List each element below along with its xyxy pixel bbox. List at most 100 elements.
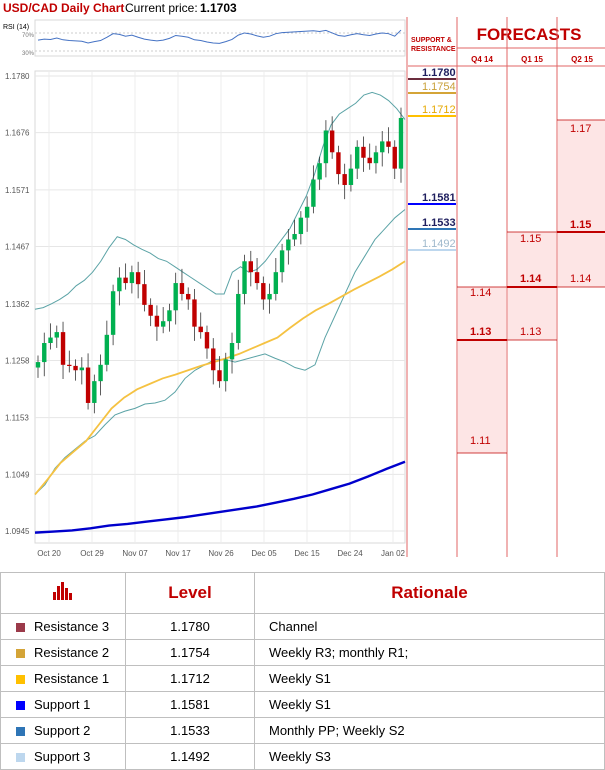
candle-up [98, 364, 103, 382]
y-tick-label: 1.1258 [5, 356, 30, 365]
table-row: Support 1 1.1581 Weekly S1 [0, 691, 605, 718]
level-label: 1.1533 [422, 217, 456, 229]
candle-down [248, 261, 253, 273]
row-name-cell: Resistance 1 [0, 665, 126, 692]
forecast-level-label: 1.13 [520, 326, 541, 338]
candle-up [129, 272, 135, 284]
y-tick-label: 1.0945 [5, 527, 30, 536]
row-name: Support 2 [34, 723, 91, 738]
candle-down [85, 367, 91, 403]
candle-down [135, 272, 141, 285]
candle-down [154, 315, 160, 327]
row-name: Resistance 2 [34, 645, 110, 660]
candle-up [223, 359, 228, 382]
candle-down [336, 152, 341, 175]
row-name-cell: Support 1 [0, 691, 126, 718]
level-label: 1.1780 [422, 67, 456, 79]
candle-up [380, 141, 385, 153]
row-level: 1.1780 [125, 613, 255, 640]
level-swatch [16, 649, 25, 659]
forecast-level-label: 1.14 [570, 273, 591, 285]
x-tick-label: Jan 02 [381, 549, 406, 558]
table-row: Resistance 3 1.1780 Channel [0, 613, 605, 640]
y-tick-label: 1.1049 [5, 470, 30, 479]
candle-down [361, 146, 366, 158]
candle-up [273, 272, 279, 294]
table-row: Support 3 1.1492 Weekly S3 [0, 743, 605, 770]
forecast-range [458, 287, 506, 453]
levels-table: Level Rationale Resistance 3 1.1780 Channe… [0, 572, 605, 770]
row-name: Support 3 [34, 749, 91, 764]
x-tick-label: Nov 26 [208, 549, 234, 558]
candle-up [354, 146, 360, 169]
table-header-row: Level Rationale [0, 572, 605, 614]
candle-down [192, 299, 197, 327]
row-level: 1.1581 [125, 691, 255, 718]
candle-up [242, 261, 247, 294]
candle-down [204, 332, 210, 349]
header-rationale: Rationale [254, 572, 605, 614]
rsi-upper-label: 70% [22, 33, 35, 39]
row-rationale: Weekly R3; monthly R1; [254, 639, 605, 666]
row-rationale: Monthly PP; Weekly S2 [254, 717, 605, 744]
candle-up [54, 332, 59, 338]
candle-down [342, 174, 347, 185]
candle-down [148, 304, 153, 316]
level-swatch [16, 675, 25, 685]
level-label: 1.1492 [422, 238, 456, 250]
candle-up [160, 321, 166, 327]
forecast-level-label: 1.13 [470, 326, 491, 338]
y-tick-label: 1.1362 [5, 300, 30, 309]
candle-up [42, 343, 47, 363]
candle-up [173, 283, 178, 311]
candle-down [123, 277, 128, 284]
forecast-level-label: 1.15 [570, 219, 591, 231]
candle-up [267, 293, 272, 300]
level-swatch [16, 701, 25, 711]
forecast-level-label: 1.14 [470, 287, 491, 299]
x-tick-label: Oct 29 [80, 549, 104, 558]
candle-up [117, 277, 122, 292]
row-name-cell: Resistance 3 [0, 613, 126, 640]
forecast-level-label: 1.17 [570, 123, 591, 135]
candle-up [110, 291, 116, 335]
forecasts-title: FORECASTS [477, 25, 582, 44]
y-tick-label: 1.1676 [5, 129, 30, 138]
row-name-cell: Support 2 [0, 717, 126, 744]
table-row: Resistance 1 1.1712 Weekly S1 [0, 665, 605, 692]
level-label: 1.1754 [422, 81, 456, 93]
y-tick-label: 1.1467 [5, 243, 30, 252]
candle-up [48, 337, 53, 344]
row-level: 1.1754 [125, 639, 255, 666]
row-level: 1.1712 [125, 665, 255, 692]
level-swatch [16, 753, 25, 763]
row-level: 1.1533 [125, 717, 255, 744]
candle-up [35, 362, 41, 368]
candle-up [292, 234, 297, 240]
table-row: Resistance 2 1.1754 Weekly R3; monthly R1; [0, 639, 605, 666]
candle-up [348, 168, 354, 185]
candle-down [217, 370, 222, 382]
row-level: 1.1492 [125, 743, 255, 770]
row-rationale: Weekly S1 [254, 691, 605, 718]
forecast-period-label: Q2 15 [571, 55, 593, 64]
forecast-range [558, 120, 605, 287]
candle-down [198, 326, 203, 333]
row-name-cell: Resistance 2 [0, 639, 126, 666]
rsi-label: RSI (14) [3, 24, 29, 31]
row-rationale: Weekly S3 [254, 743, 605, 770]
level-swatch [16, 727, 25, 737]
row-name: Resistance 1 [34, 671, 110, 686]
forecast-chart: 1.1780 1.1676 1.1571 1.1467 1.1362 1.1258 1.11… [3, 17, 605, 558]
candle-down [392, 146, 397, 169]
forecast-level-label: 1.11 [470, 435, 491, 447]
candle-down [186, 293, 191, 300]
x-tick-label: Dec 24 [337, 549, 363, 558]
candle-up [373, 152, 379, 164]
candle-up [104, 334, 110, 365]
row-name: Resistance 3 [34, 619, 110, 634]
y-tick-label: 1.1780 [5, 72, 30, 81]
candle-down [142, 284, 147, 305]
candle-up [323, 130, 329, 164]
candle-up [317, 163, 322, 180]
